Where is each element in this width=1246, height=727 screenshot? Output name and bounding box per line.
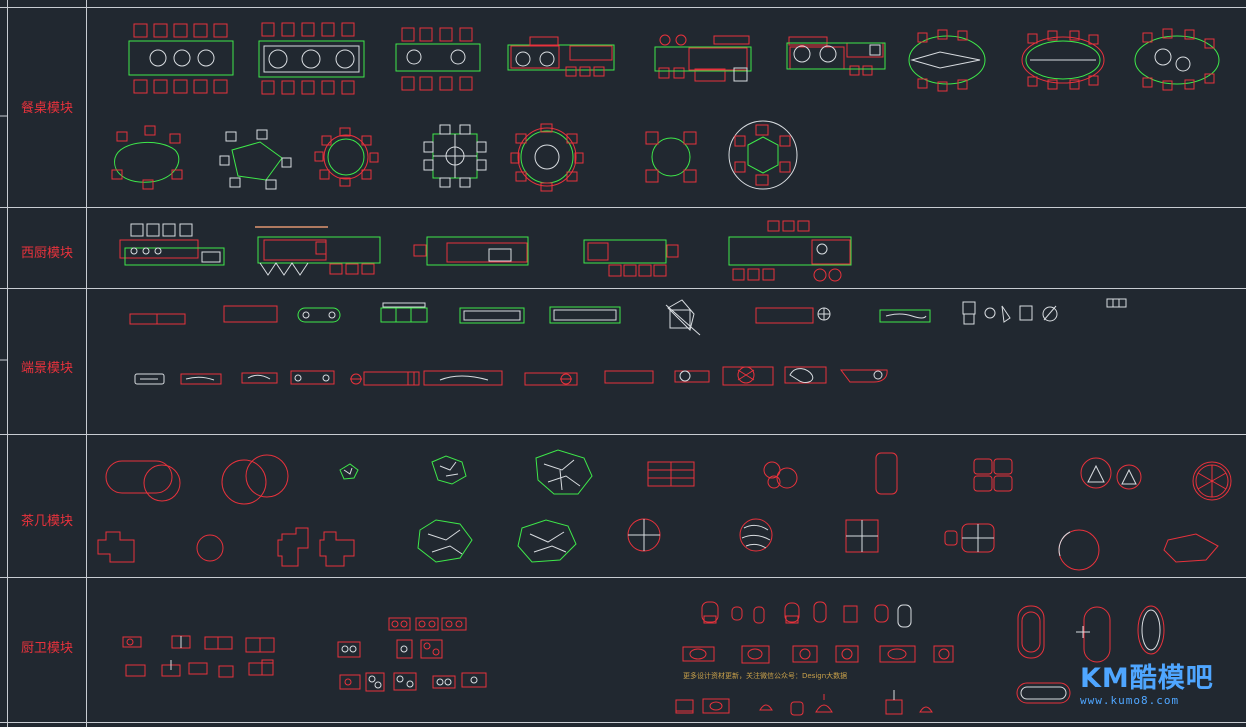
section-label-dining: 餐桌模块 <box>20 101 73 116</box>
dining-block-oval-table-1[interactable] <box>908 29 986 92</box>
console-21[interactable] <box>840 369 888 383</box>
console-5[interactable] <box>459 307 525 324</box>
sink-group-1[interactable] <box>122 635 275 678</box>
dining-block-oval-table-3[interactable] <box>1134 28 1220 91</box>
console-small[interactable] <box>1106 298 1127 308</box>
tea-table-2[interactable] <box>221 454 289 505</box>
section-label-end-view: 端景模块 <box>20 361 73 376</box>
decor-items-cluster[interactable] <box>962 301 1058 325</box>
dining-block-oval-table-2[interactable] <box>1021 30 1105 90</box>
tea-table-17[interactable] <box>1163 533 1219 563</box>
console-15[interactable] <box>423 370 503 386</box>
console-9[interactable] <box>879 309 931 323</box>
tea-table-8[interactable] <box>1192 461 1232 501</box>
console-20[interactable] <box>784 366 827 384</box>
console-14[interactable] <box>350 371 420 386</box>
console-1[interactable] <box>129 313 186 325</box>
tea-table-11[interactable] <box>277 527 355 567</box>
dining-block-round-table-4[interactable] <box>510 123 584 192</box>
tea-table-stone-1[interactable] <box>339 463 359 480</box>
dining-block-round-table-3[interactable] <box>314 127 379 187</box>
dining-block-round-table-2[interactable] <box>219 129 292 190</box>
console-2[interactable] <box>223 305 278 323</box>
console-6[interactable] <box>549 306 621 324</box>
console-8[interactable] <box>755 307 831 324</box>
tea-table-stone-5[interactable] <box>517 519 577 563</box>
console-17[interactable] <box>604 370 654 384</box>
console-3[interactable] <box>297 307 341 323</box>
section-grid <box>0 0 1246 727</box>
tea-table-10[interactable] <box>196 534 224 562</box>
dining-block-rect-table-3[interactable] <box>395 27 481 91</box>
dining-block-island-1[interactable] <box>507 36 615 77</box>
kitchen-island-2[interactable] <box>255 226 381 276</box>
tea-table-1[interactable] <box>105 460 181 502</box>
console-12[interactable] <box>241 372 278 384</box>
watermark: KM酷模吧 www.kumo8.com <box>1080 663 1240 708</box>
console-4[interactable] <box>380 302 428 323</box>
dining-block-round-table-1[interactable] <box>111 125 183 190</box>
kitchen-note-text: 更多设计资材更新，关注微信公众号：Design大数据 <box>683 672 848 680</box>
dining-block-rect-table-1[interactable] <box>128 23 234 94</box>
console-19[interactable] <box>722 366 774 386</box>
dining-block-square-table[interactable] <box>423 124 487 188</box>
tea-table-5[interactable] <box>875 452 898 495</box>
tea-table-9[interactable] <box>97 531 135 563</box>
tea-table-12[interactable] <box>627 518 661 552</box>
tea-table-7[interactable] <box>1080 457 1142 490</box>
console-16[interactable] <box>524 372 578 386</box>
dining-block-island-2[interactable] <box>654 34 752 82</box>
tea-table-15[interactable] <box>944 523 995 553</box>
kitchen-island-1[interactable] <box>119 223 225 266</box>
section-label-tea-table: 茶几模块 <box>20 514 73 529</box>
toilet-group[interactable] <box>701 601 912 628</box>
tea-table-14[interactable] <box>845 519 879 553</box>
dining-block-rect-table-2[interactable] <box>258 22 365 95</box>
kitchen-island-3[interactable] <box>413 236 529 266</box>
tea-table-16[interactable] <box>1058 529 1100 571</box>
section-label-kitchen-bath: 厨卫模块 <box>20 641 73 656</box>
console-10[interactable] <box>134 373 165 385</box>
tea-table-3[interactable] <box>647 461 695 487</box>
cad-drawing-canvas[interactable] <box>0 0 1246 727</box>
dining-block-round-table-6[interactable] <box>728 120 798 190</box>
tea-table-stone-2[interactable] <box>431 455 467 485</box>
stove-group[interactable] <box>337 617 487 692</box>
tea-table-13[interactable] <box>739 518 773 552</box>
tea-table-stone-4[interactable] <box>417 519 473 563</box>
console-11[interactable] <box>180 373 222 385</box>
kitchen-island-4[interactable] <box>583 239 679 277</box>
console-7[interactable] <box>665 299 701 336</box>
tea-table-stone-3[interactable] <box>535 449 593 495</box>
kitchen-island-5[interactable] <box>728 220 852 282</box>
basin-group[interactable] <box>682 645 954 664</box>
bath-fixtures-bottom[interactable] <box>675 690 933 716</box>
section-label-western-kitchen: 西厨模块 <box>20 246 73 261</box>
tea-table-6[interactable] <box>973 458 1013 492</box>
console-13[interactable] <box>290 370 335 385</box>
dining-block-round-table-5[interactable] <box>645 131 697 183</box>
tea-table-4[interactable] <box>763 461 798 489</box>
watermark-brand: KM酷模吧 <box>1080 663 1214 694</box>
watermark-url: www.kumo8.com <box>1080 694 1180 707</box>
console-18[interactable] <box>674 370 710 383</box>
dining-block-island-3[interactable] <box>786 36 886 76</box>
